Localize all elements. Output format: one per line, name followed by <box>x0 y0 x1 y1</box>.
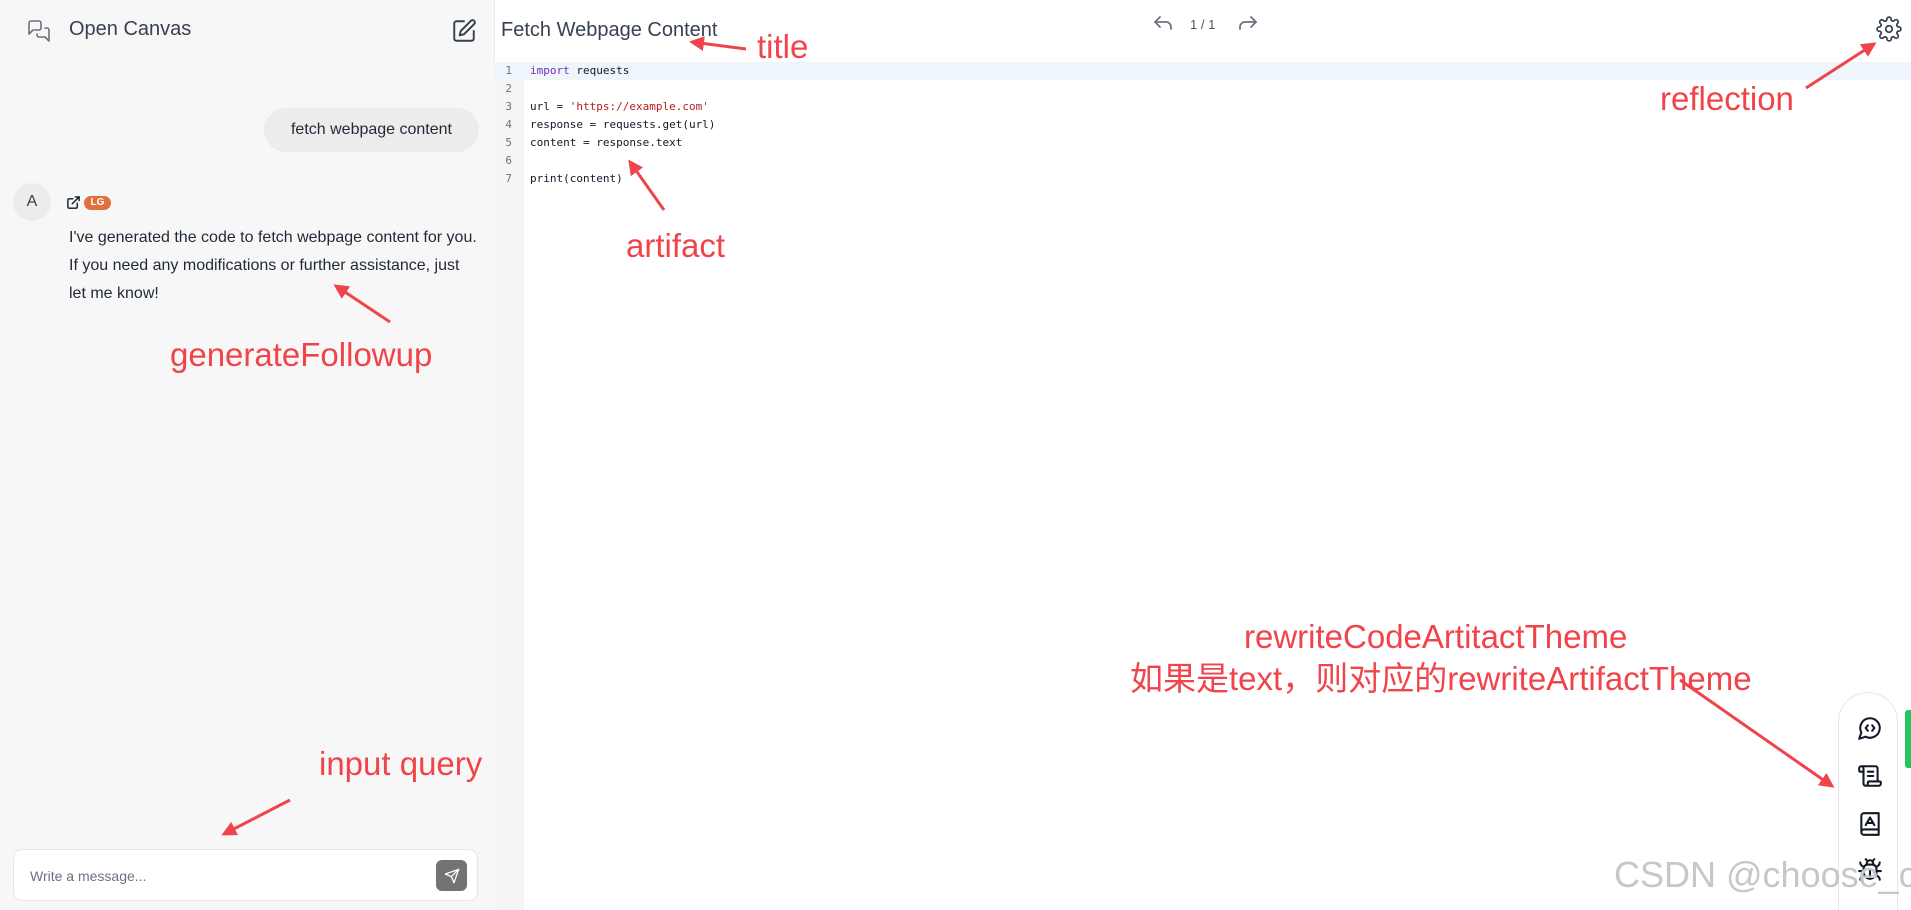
avatar-letter: A <box>26 193 38 210</box>
send-icon <box>444 868 459 883</box>
code-line[interactable]: import requests <box>530 64 629 77</box>
line-number: 5 <box>505 136 512 149</box>
line-number: 4 <box>505 118 512 131</box>
artifact-title: Fetch Webpage Content <box>501 19 718 41</box>
book-a-icon[interactable] <box>1857 811 1883 837</box>
line-number: 3 <box>505 100 512 113</box>
active-line-highlight <box>494 62 1911 80</box>
message-circle-code-icon[interactable] <box>1857 715 1883 741</box>
message-input[interactable] <box>28 862 432 890</box>
watermark: CSDN @choose_c <box>1614 854 1911 895</box>
annotation-rewrite-text: 如果是text，则对应的rewriteArtifactTheme <box>1130 660 1752 697</box>
annotation-artifact: artifact <box>626 227 726 264</box>
annotation-generate-followup: generateFollowup <box>170 336 433 373</box>
version-indicator: 1 / 1 <box>1190 17 1216 32</box>
assistant-avatar: A <box>13 183 51 221</box>
annotation-input-query: input query <box>319 745 483 782</box>
code-line[interactable]: content = response.text <box>530 136 682 149</box>
gear-icon[interactable] <box>1876 16 1902 42</box>
code-line[interactable]: print(content) <box>530 172 623 185</box>
line-number: 7 <box>505 172 512 185</box>
annotation-rewrite-code: rewriteCodeArtitactTheme <box>1244 618 1628 655</box>
code-line[interactable]: response = requests.get(url) <box>530 118 715 131</box>
external-link-icon[interactable] <box>66 195 81 210</box>
user-message: fetch webpage content <box>264 108 479 152</box>
model-badge: LG <box>84 196 111 210</box>
scroll-text-icon[interactable] <box>1857 763 1883 789</box>
assistant-message: I've generated the code to fetch webpage… <box>69 229 477 302</box>
line-number: 6 <box>505 154 512 167</box>
annotation-arrow-title <box>689 36 747 51</box>
code-line[interactable]: url = 'https://example.com' <box>530 100 709 113</box>
chat-bubbles-icon <box>28 20 50 42</box>
side-tab[interactable] <box>1905 710 1911 768</box>
message-composer <box>13 849 478 901</box>
annotation-arrow-artifact <box>628 159 666 211</box>
redo-arrow-icon[interactable] <box>1236 13 1260 37</box>
line-number-gutter <box>494 62 524 910</box>
app-title: Open Canvas <box>69 18 192 40</box>
send-button[interactable] <box>436 860 467 891</box>
annotation-title: title <box>757 28 809 65</box>
line-number: 2 <box>505 82 512 95</box>
annotation-reflection: reflection <box>1660 80 1794 117</box>
undo-arrow-icon[interactable] <box>1151 13 1175 37</box>
line-number: 1 <box>505 64 512 77</box>
pencil-square-icon[interactable] <box>451 18 477 44</box>
